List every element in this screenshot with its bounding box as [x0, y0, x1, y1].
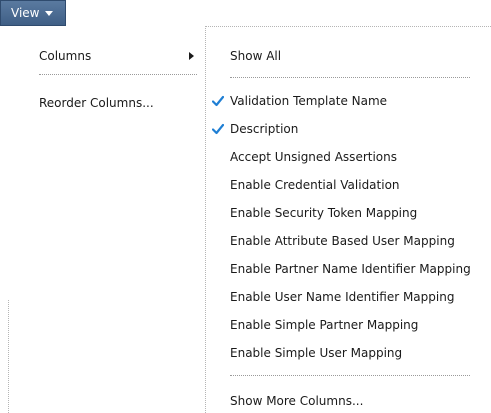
menu-item-show-all[interactable]: Show All	[230, 46, 281, 66]
columns-submenu: Show All Validation Template Name Descri…	[205, 26, 491, 413]
chevron-down-icon	[45, 10, 54, 16]
column-toggle-enable-user-name-identifier-mapping[interactable]: Enable User Name Identifier Mapping	[230, 287, 454, 307]
menu-separator	[39, 74, 197, 75]
column-toggle-enable-attribute-based-user-mapping[interactable]: Enable Attribute Based User Mapping	[230, 231, 455, 251]
column-toggle-enable-partner-name-identifier-mapping[interactable]: Enable Partner Name Identifier Mapping	[230, 259, 471, 279]
menu-item-reorder-columns[interactable]: Reorder Columns...	[39, 93, 154, 113]
column-toggle-accept-unsigned-assertions[interactable]: Accept Unsigned Assertions	[230, 147, 397, 167]
column-toggle-label: Validation Template Name	[230, 94, 388, 108]
column-toggle-enable-credential-validation[interactable]: Enable Credential Validation	[230, 175, 400, 195]
checkmark-icon	[212, 123, 224, 135]
panel-edge-divider	[8, 300, 10, 413]
view-menu-label: View	[11, 6, 40, 20]
column-toggle-enable-security-token-mapping[interactable]: Enable Security Token Mapping	[230, 203, 417, 223]
column-toggle-label: Description	[230, 122, 299, 136]
column-toggle-description[interactable]: Description	[206, 119, 491, 139]
column-toggle-validation-template-name[interactable]: Validation Template Name	[206, 91, 491, 111]
menu-separator	[230, 375, 470, 376]
menu-separator	[230, 77, 470, 78]
submenu-arrow-icon	[189, 52, 194, 60]
column-toggle-enable-simple-partner-mapping[interactable]: Enable Simple Partner Mapping	[230, 315, 418, 335]
view-dropdown-menu: Columns Reorder Columns...	[0, 26, 205, 413]
menu-item-columns[interactable]: Columns	[39, 46, 91, 66]
checkmark-icon	[212, 95, 224, 107]
menu-item-show-more-columns[interactable]: Show More Columns...	[230, 391, 363, 411]
column-toggle-enable-simple-user-mapping[interactable]: Enable Simple User Mapping	[230, 343, 402, 363]
view-menu-button[interactable]: View	[0, 0, 66, 26]
